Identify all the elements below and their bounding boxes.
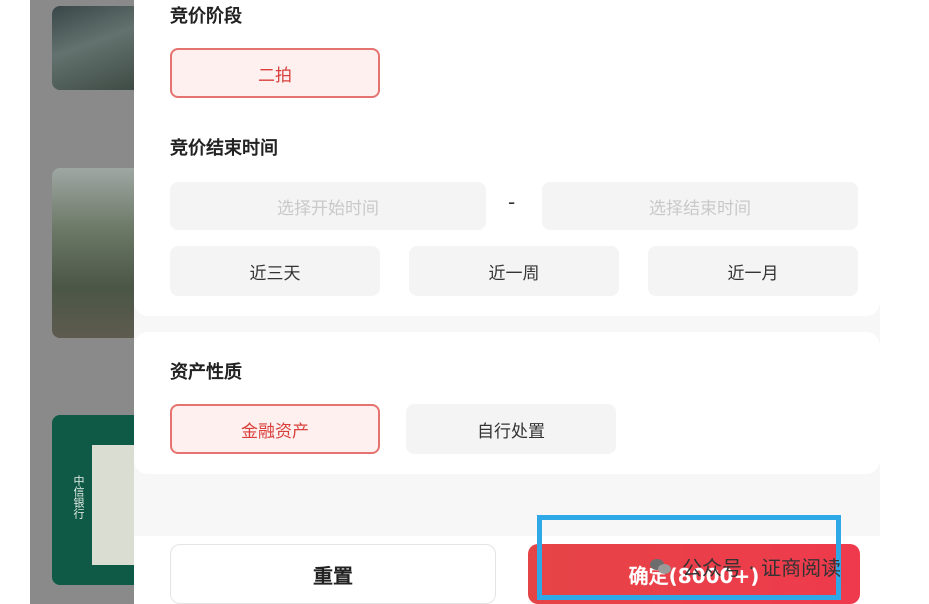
- quick-range-1-week[interactable]: 近一周: [409, 246, 619, 296]
- asset-option-self-disposal[interactable]: 自行处置: [406, 404, 616, 454]
- end-time-input[interactable]: 选择结束时间: [542, 182, 858, 230]
- background-right: [880, 0, 929, 604]
- watermark: 公众号 · 证商阅读: [650, 548, 841, 584]
- asset-option-financial[interactable]: 金融资产: [170, 404, 380, 454]
- reset-button[interactable]: 重置: [170, 544, 496, 604]
- list-item-thumbnail[interactable]: [52, 168, 134, 338]
- filter-card-asset: 资产性质 金融资产 自行处置: [134, 332, 880, 474]
- asset-nature-title: 资产性质: [170, 362, 242, 383]
- watermark-text: 公众号 · 证商阅读: [682, 555, 842, 580]
- thumbnail-document: [92, 445, 134, 565]
- thumbnail-logo: 中信银行: [72, 475, 85, 519]
- stage-option-second-auction[interactable]: 二拍: [170, 48, 380, 98]
- wechat-icon: [650, 557, 672, 575]
- bid-end-time-title: 竞价结束时间: [170, 138, 278, 159]
- quick-range-3-days[interactable]: 近三天: [170, 246, 380, 296]
- filter-panel: 竞价阶段 二拍 竞价结束时间 选择开始时间 - 选择结束时间 近三天 近一周 近…: [134, 0, 880, 604]
- quick-range-1-month[interactable]: 近一月: [648, 246, 858, 296]
- filter-card-time: 竞价阶段 二拍 竞价结束时间 选择开始时间 - 选择结束时间 近三天 近一周 近…: [134, 0, 880, 316]
- list-item-thumbnail[interactable]: [52, 6, 134, 90]
- list-item-thumbnail[interactable]: 中信银行: [52, 415, 134, 585]
- date-separator: -: [508, 190, 516, 214]
- start-time-input[interactable]: 选择开始时间: [170, 182, 486, 230]
- bidding-stage-title: 竞价阶段: [170, 6, 242, 27]
